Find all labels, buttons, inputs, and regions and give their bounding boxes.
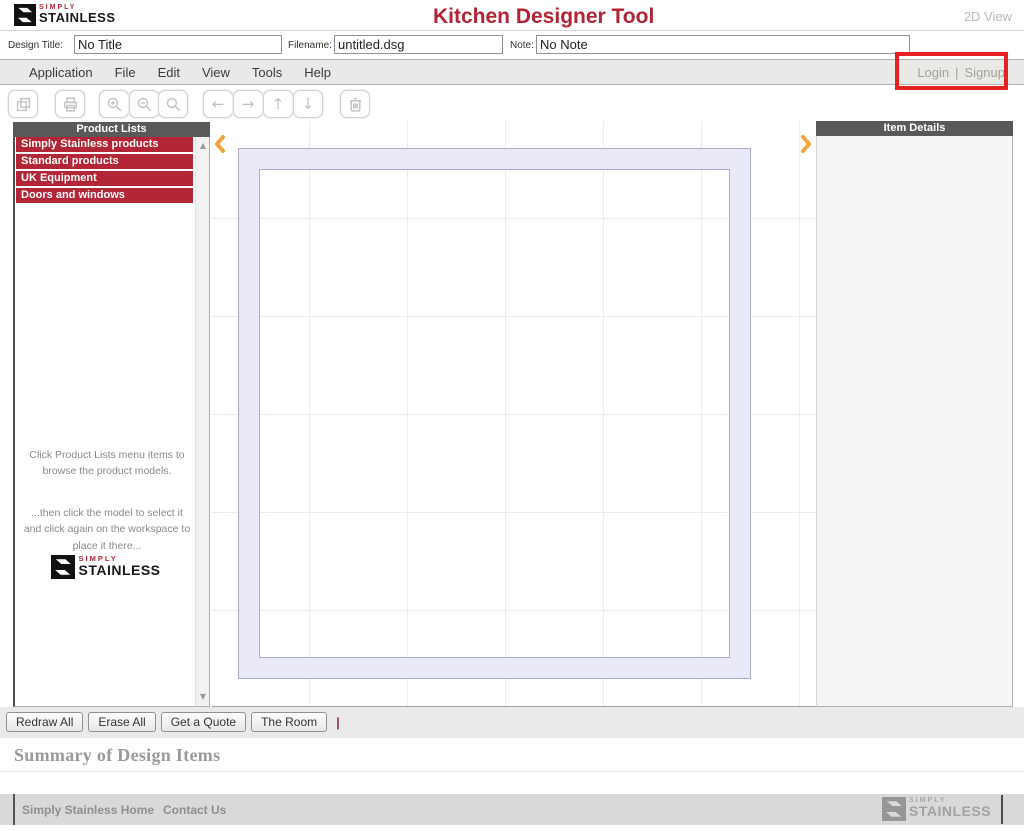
design-title-label: Design Title: xyxy=(8,40,63,51)
item-details-panel: Item Details xyxy=(816,121,1013,707)
note-label: Note: xyxy=(510,40,534,51)
collapse-left-panel-chevron-icon[interactable] xyxy=(213,134,227,154)
sidebar-brand-logo: SIMPLY STAINLESS xyxy=(15,555,197,579)
actions-strip: Redraw All Erase All Get a Quote The Roo… xyxy=(0,707,1024,738)
menu-application[interactable]: Application xyxy=(18,65,104,80)
text-caret: | xyxy=(336,715,340,730)
design-title-input[interactable] xyxy=(74,35,282,54)
move-down-button[interactable]: ↓ xyxy=(293,90,323,118)
arrow-left-icon: ← xyxy=(212,97,225,112)
print-icon xyxy=(62,96,79,113)
design-workspace-canvas[interactable] xyxy=(212,121,816,707)
menu-bar: Application File Edit View Tools Help Lo… xyxy=(0,59,1024,85)
menu-help[interactable]: Help xyxy=(293,65,342,80)
get-a-quote-button[interactable]: Get a Quote xyxy=(161,712,246,732)
menu-tools[interactable]: Tools xyxy=(241,65,293,80)
arrow-up-icon: ↑ xyxy=(272,97,285,112)
move-right-button[interactable]: → xyxy=(233,90,263,118)
instructions-paragraph-2: ...then click the model to select it and… xyxy=(21,505,193,554)
filename-label: Filename: xyxy=(288,40,332,51)
menu-view[interactable]: View xyxy=(191,65,241,80)
footer-contact-link[interactable]: Contact Us xyxy=(163,803,226,817)
redraw-all-button[interactable]: Redraw All xyxy=(6,712,83,732)
simply-stainless-logo: SIMPLY STAINLESS xyxy=(14,4,116,26)
menu-file[interactable]: File xyxy=(104,65,147,80)
logo-text-stainless: STAINLESS xyxy=(78,563,160,577)
footer-bar: Simply Stainless Home Contact Us SIMPLY … xyxy=(0,794,1024,825)
page-title: Kitchen Designer Tool xyxy=(433,5,654,29)
trash-icon xyxy=(347,96,364,113)
move-up-button[interactable]: ↑ xyxy=(263,90,293,118)
item-details-header: Item Details xyxy=(816,121,1013,136)
logo-text-stainless: STAINLESS xyxy=(909,804,991,818)
product-lists-panel: Product Lists Simply Stainless products … xyxy=(13,122,210,707)
login-link[interactable]: Login xyxy=(914,65,952,80)
kitchen-designer-app: SIMPLY STAINLESS Kitchen Designer Tool 2… xyxy=(0,0,1024,831)
product-lists-header: Product Lists xyxy=(13,122,210,137)
auth-links: Login | Signup xyxy=(914,60,1008,84)
collapse-right-panel-chevron-icon[interactable] xyxy=(799,134,813,154)
room-outline xyxy=(239,149,750,678)
auth-separator: | xyxy=(952,65,961,80)
summary-divider xyxy=(0,771,1024,772)
instructions-paragraph-1: Click Product Lists menu items to browse… xyxy=(21,447,193,480)
footer-home-link[interactable]: Simply Stainless Home xyxy=(22,803,154,817)
sidebar-scrollbar[interactable]: ▲ ▼ xyxy=(195,137,209,706)
signup-link[interactable]: Signup xyxy=(962,65,1008,80)
cube-icon xyxy=(15,96,32,113)
delete-button[interactable] xyxy=(340,90,370,118)
move-left-button[interactable]: ← xyxy=(203,90,233,118)
app-header: SIMPLY STAINLESS Kitchen Designer Tool 2… xyxy=(0,0,1024,31)
simply-stainless-logo-icon xyxy=(51,555,75,579)
summary-heading: Summary of Design Items xyxy=(14,745,220,766)
print-button[interactable] xyxy=(55,90,85,118)
scroll-up-arrow-icon[interactable]: ▲ xyxy=(196,139,210,153)
design-meta-row: Design Title: Filename: Note: xyxy=(0,31,1024,59)
footer-left-edge xyxy=(13,794,15,825)
sidebar-item-uk-equipment[interactable]: UK Equipment xyxy=(16,171,193,186)
note-input[interactable] xyxy=(536,35,910,54)
item-details-body xyxy=(816,136,1013,707)
zoom-in-button[interactable] xyxy=(99,90,129,118)
arrow-right-icon: → xyxy=(242,97,255,112)
menu-edit[interactable]: Edit xyxy=(147,65,191,80)
toolbar: ← → ↑ ↓ xyxy=(0,85,1024,121)
sidebar-item-doors-and-windows[interactable]: Doors and windows xyxy=(16,188,193,203)
scroll-down-arrow-icon[interactable]: ▼ xyxy=(196,690,210,704)
view-mode-label: 2D View xyxy=(964,9,1012,24)
filename-input[interactable] xyxy=(334,35,503,54)
logo-text-stainless: STAINLESS xyxy=(39,11,116,24)
footer-divider-line xyxy=(1001,795,1003,824)
view-3d-button[interactable] xyxy=(8,90,38,118)
product-lists-body: Simply Stainless products Standard produ… xyxy=(13,137,210,707)
magnifier-icon xyxy=(165,96,182,113)
zoom-out-button[interactable] xyxy=(129,90,159,118)
simply-stainless-logo-icon xyxy=(14,4,36,26)
zoom-out-icon xyxy=(136,96,153,113)
zoom-in-icon xyxy=(106,96,123,113)
the-room-button[interactable]: The Room xyxy=(251,712,327,732)
sidebar-item-simply-stainless-products[interactable]: Simply Stainless products xyxy=(16,137,193,152)
erase-all-button[interactable]: Erase All xyxy=(88,712,155,732)
zoom-tool-button[interactable] xyxy=(158,90,188,118)
simply-stainless-logo-icon xyxy=(882,797,906,821)
footer-brand-logo: SIMPLY STAINLESS xyxy=(882,797,991,821)
sidebar-item-standard-products[interactable]: Standard products xyxy=(16,154,193,169)
arrow-down-icon: ↓ xyxy=(302,97,315,112)
